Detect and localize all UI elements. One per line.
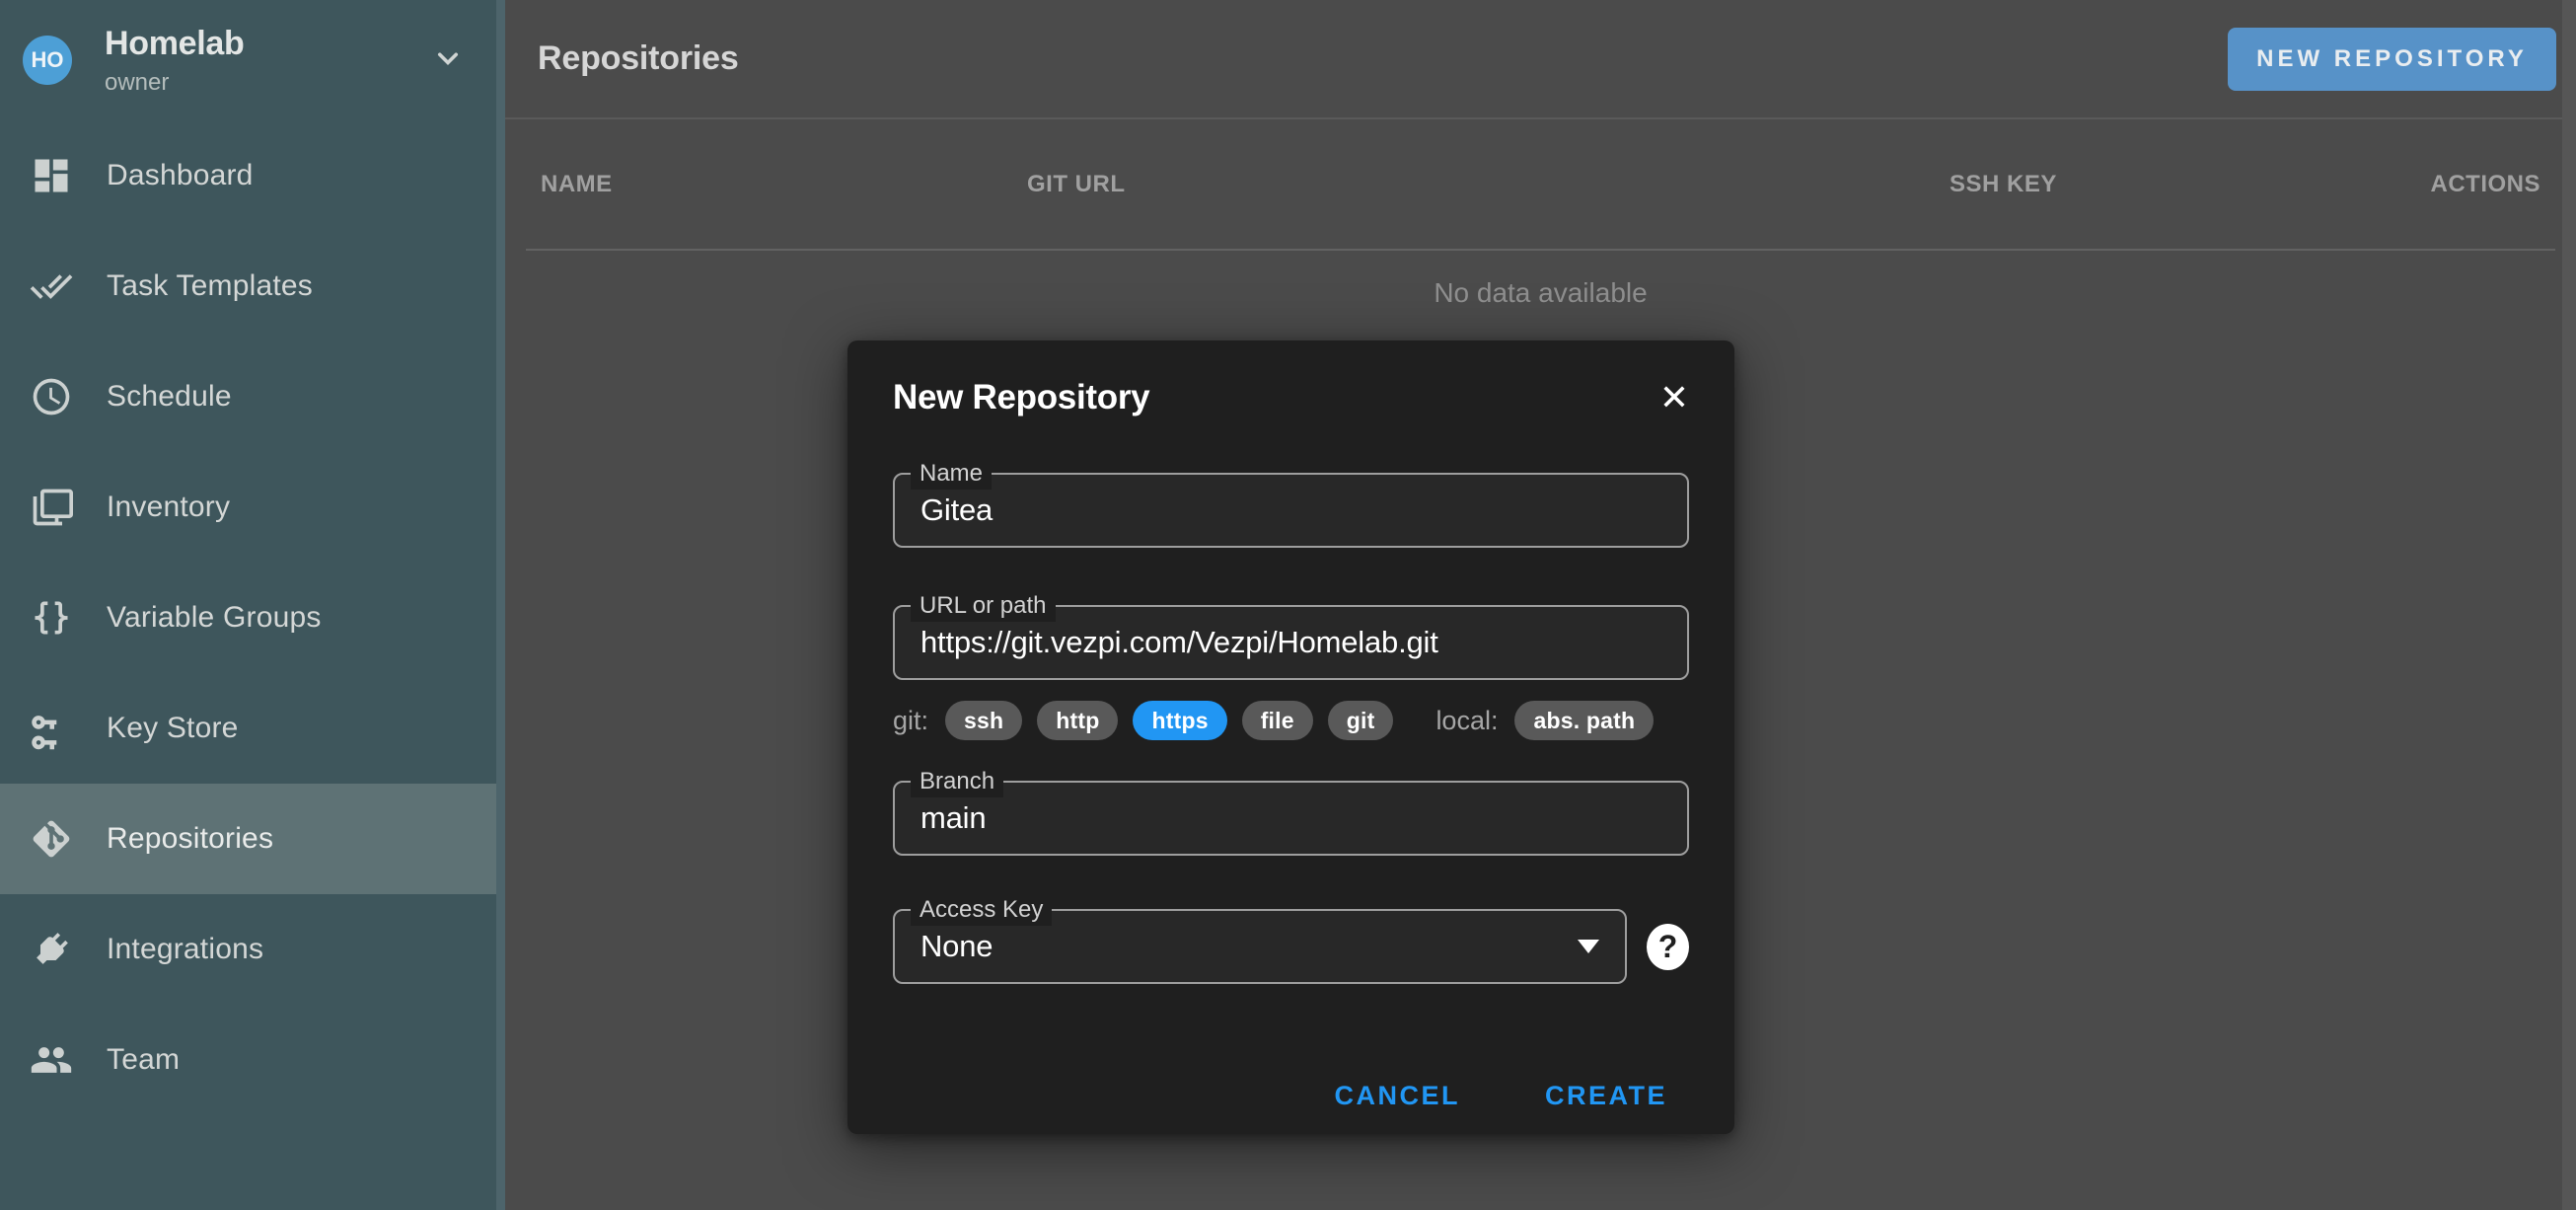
chip-git[interactable]: git (1328, 701, 1394, 740)
page-scrollbar[interactable] (2562, 0, 2576, 1210)
column-header-actions: ACTIONS (2431, 171, 2541, 198)
sidebar-item-key-store[interactable]: Key Store (0, 673, 505, 784)
new-repository-button[interactable]: NEW REPOSITORY (2228, 28, 2556, 91)
sidebar: HO Homelab owner Dashboard Task Template… (0, 0, 505, 1210)
help-glyph: ? (1658, 929, 1678, 965)
url-field-value: https://git.vezpi.com/Vezpi/Homelab.git (920, 625, 1438, 660)
people-icon (28, 1036, 75, 1084)
sidebar-item-dashboard[interactable]: Dashboard (0, 120, 505, 231)
page-title: Repositories (538, 39, 739, 78)
new-repository-dialog: New Repository ✕ Name Gitea URL or path … (847, 340, 1734, 1134)
project-name: Homelab (105, 25, 245, 63)
chip-ssh[interactable]: ssh (945, 701, 1022, 740)
branch-field-label: Branch (911, 766, 1003, 797)
braces-icon (28, 594, 75, 642)
table-empty-message: No data available (505, 277, 2576, 309)
sidebar-item-integrations[interactable]: Integrations (0, 894, 505, 1005)
sidebar-item-label: Task Templates (107, 269, 313, 303)
url-field[interactable]: URL or path https://git.vezpi.com/Vezpi/… (893, 605, 1689, 680)
name-field-label: Name (911, 458, 992, 490)
sidebar-item-label: Repositories (107, 822, 273, 856)
sidebar-item-team[interactable]: Team (0, 1005, 505, 1115)
project-role: owner (105, 69, 245, 97)
url-field-label: URL or path (911, 590, 1056, 622)
topbar: Repositories NEW REPOSITORY (505, 0, 2576, 119)
access-key-label: Access Key (911, 894, 1052, 926)
sidebar-item-schedule[interactable]: Schedule (0, 341, 505, 452)
access-key-value: None (920, 929, 993, 964)
name-field[interactable]: Name Gitea (893, 473, 1689, 548)
sidebar-item-task-templates[interactable]: Task Templates (0, 231, 505, 341)
project-initials: HO (32, 47, 64, 73)
create-button[interactable]: CREATE (1527, 1069, 1685, 1123)
sidebar-item-label: Variable Groups (107, 601, 322, 635)
plug-icon (28, 926, 75, 973)
access-key-row: Access Key None ? (893, 909, 1689, 984)
clock-icon (28, 373, 75, 420)
branch-field[interactable]: Branch main (893, 781, 1689, 856)
column-header-name[interactable]: NAME (541, 171, 1027, 198)
double-check-icon (28, 263, 75, 310)
sidebar-item-label: Inventory (107, 491, 230, 524)
project-switcher[interactable]: HO Homelab owner (0, 0, 505, 120)
column-header-ssh-key[interactable]: SSH KEY (1950, 171, 2431, 198)
grid-icon (28, 152, 75, 199)
sidebar-item-label: Schedule (107, 380, 232, 414)
keys-icon (28, 705, 75, 752)
sidebar-item-label: Team (107, 1043, 180, 1077)
chip-http[interactable]: http (1037, 701, 1118, 740)
column-header-git-url[interactable]: GIT URL (1027, 171, 1950, 198)
sidebar-item-label: Integrations (107, 933, 263, 966)
monitor-icon (28, 484, 75, 531)
help-icon[interactable]: ? (1647, 924, 1689, 970)
dialog-title: New Repository (893, 378, 1149, 417)
sidebar-item-variable-groups[interactable]: Variable Groups (0, 563, 505, 673)
sidebar-item-repositories[interactable]: Repositories (0, 784, 505, 894)
url-scheme-hints: git: ssh http https file git local: abs.… (893, 700, 1689, 741)
chip-file[interactable]: file (1242, 701, 1313, 740)
sidebar-scrollbar[interactable] (496, 0, 505, 1210)
cancel-button[interactable]: CANCEL (1316, 1069, 1478, 1123)
git-icon (28, 815, 75, 863)
project-meta: Homelab owner (105, 25, 245, 97)
dialog-titlebar: New Repository ✕ (893, 340, 1689, 417)
sidebar-item-label: Key Store (107, 712, 239, 745)
dropdown-caret-icon[interactable] (1578, 940, 1599, 953)
branch-field-value: main (920, 800, 986, 836)
sidebar-item-inventory[interactable]: Inventory (0, 452, 505, 563)
sidebar-item-label: Dashboard (107, 159, 254, 192)
chip-abs-path[interactable]: abs. path (1514, 701, 1654, 740)
close-icon[interactable]: ✕ (1659, 380, 1689, 416)
git-hint-label: git: (893, 706, 928, 736)
local-hint-label: local: (1435, 706, 1498, 736)
dialog-actions: CANCEL CREATE (893, 1069, 1689, 1123)
table-header: NAME GIT URL SSH KEY ACTIONS (526, 119, 2555, 251)
chip-https[interactable]: https (1133, 701, 1226, 740)
chevron-down-icon[interactable] (430, 40, 466, 81)
name-field-value: Gitea (920, 492, 993, 528)
access-key-select[interactable]: Access Key None (893, 909, 1627, 984)
project-avatar: HO (23, 36, 72, 85)
